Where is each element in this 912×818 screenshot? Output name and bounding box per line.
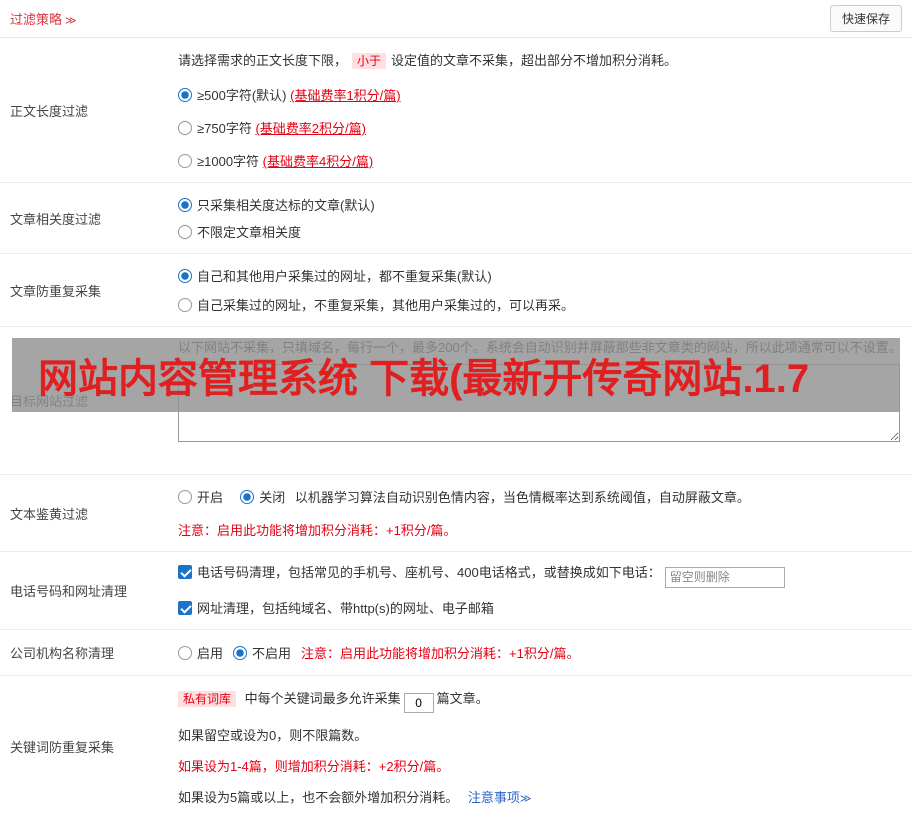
radio-icon[interactable] bbox=[178, 490, 192, 504]
option-text: 开启 bbox=[197, 490, 224, 505]
radio-selected-icon[interactable] bbox=[178, 88, 192, 102]
quick-save-button[interactable]: 快速保存 bbox=[829, 5, 902, 32]
radio-icon[interactable] bbox=[178, 298, 192, 312]
keyword-note-unlimited: 如果留空或设为0，则不限篇数。 bbox=[178, 727, 368, 743]
option-fee-note: (基础费率4积分/篇) bbox=[262, 154, 374, 169]
radio-option-dedupe-all[interactable]: 自己和其他用户采集过的网址，都不重复采集(默认) bbox=[178, 266, 902, 285]
radio-option-company-off[interactable]: 不启用 bbox=[233, 643, 291, 662]
keyword-cost-note: 如果设为1-4篇，则增加积分消耗：+2积分/篇。 bbox=[178, 758, 450, 774]
radio-selected-icon[interactable] bbox=[240, 490, 255, 504]
radio-selected-icon[interactable] bbox=[178, 198, 192, 212]
radio-icon[interactable] bbox=[178, 121, 192, 135]
radio-selected-icon[interactable] bbox=[233, 645, 248, 660]
line-text: 中每个关键词最多允许采集 bbox=[241, 690, 401, 706]
option-text: ≥1000字符 bbox=[197, 154, 263, 169]
row-label-relevance: 文章相关度过滤 bbox=[10, 211, 102, 227]
option-text: 只采集相关度达标的文章(默认) bbox=[197, 198, 375, 213]
option-text: 启用 bbox=[197, 645, 224, 661]
radio-option-750[interactable]: ≥750字符 (基础费率2积分/篇) bbox=[178, 118, 902, 137]
page-header: 过滤策略 ≫ 快速保存 bbox=[0, 0, 912, 38]
checkbox-option-url-cleanup[interactable]: 网址清理，包括纯域名、带http(s)的网址、电子邮箱 bbox=[178, 598, 902, 617]
porn-filter-options: 开启 关闭 以机器学习算法自动识别色情内容，当色情概率达到系统阈值，自动屏蔽文章… bbox=[178, 487, 902, 506]
option-text: 不限定文章相关度 bbox=[197, 225, 302, 240]
radio-option-dedupe-self[interactable]: 自己采集过的网址，不重复采集，其他用户采集过的，可以再采。 bbox=[178, 295, 902, 314]
notes-link-text: 注意事项 bbox=[467, 789, 520, 805]
row-label-body-length: 正文长度过滤 bbox=[10, 103, 89, 119]
checkbox-option-phone-cleanup[interactable]: 电话号码清理，包括常见的手机号、座机号、400电话格式，或替换成如下电话： bbox=[178, 562, 902, 588]
watermark-text: 网站内容管理系统 下载(最新开传奇网站.1.7 bbox=[38, 357, 810, 401]
replacement-phone-input[interactable] bbox=[664, 566, 785, 588]
row-keyword-dedupe: 关键词防重复采集 私有词库 中每个关键词最多允许采集 篇文章。 如果留空或设为0，… bbox=[0, 676, 912, 818]
radio-option-500[interactable]: ≥500字符(默认) (基础费率1积分/篇) bbox=[178, 85, 902, 104]
intro-pre: 请选择需求的正文长度下限， bbox=[178, 53, 348, 68]
option-fee-note: (基础费率1积分/篇) bbox=[290, 88, 401, 103]
body-length-intro: 请选择需求的正文长度下限， 小于 设定值的文章不采集，超出部分不增加积分消耗。 bbox=[178, 50, 902, 69]
row-company-cleanup: 公司机构名称清理 启用 不启用 注意：启用此功能将增加积分消耗：+1积分/篇。 bbox=[0, 630, 912, 676]
watermark-overlay: 网站内容管理系统 下载(最新开传奇网站.1.7 bbox=[12, 338, 900, 412]
keyword-limit-line: 私有词库 中每个关键词最多允许采集 篇文章。 bbox=[178, 688, 902, 713]
line-text: 篇文章。 bbox=[436, 690, 489, 706]
page-title-text: 过滤策略 bbox=[10, 12, 63, 27]
notes-link[interactable]: 注意事项≫ bbox=[468, 790, 532, 805]
chevron-down-icon: ≫ bbox=[519, 792, 532, 805]
porn-filter-cost-note: 注意：启用此功能将增加积分消耗：+1积分/篇。 bbox=[178, 523, 457, 538]
intro-highlight-chip: 小于 bbox=[352, 53, 387, 69]
option-text: 不启用 bbox=[252, 645, 292, 661]
keyword-note-five-plus: 如果设为5篇或以上，也不会额外增加积分消耗。 注意事项≫ bbox=[178, 787, 902, 806]
option-text: 关闭 bbox=[259, 490, 286, 505]
radio-option-relevance-any[interactable]: 不限定文章相关度 bbox=[178, 222, 902, 241]
option-text: 网址清理，包括纯域名、带http(s)的网址、电子邮箱 bbox=[197, 600, 494, 616]
row-dedupe: 文章防重复采集 自己和其他用户采集过的网址，都不重复采集(默认) 自己采集过的网… bbox=[0, 254, 912, 327]
option-text: 电话号码清理，包括常见的手机号、座机号、400电话格式，或替换成如下电话： bbox=[197, 565, 661, 580]
option-fee-note: (基础费率2积分/篇) bbox=[255, 121, 366, 136]
row-label-company: 公司机构名称清理 bbox=[10, 645, 115, 661]
radio-icon[interactable] bbox=[178, 645, 192, 660]
page-title[interactable]: 过滤策略 ≫ bbox=[10, 9, 77, 28]
option-text: ≥750字符 bbox=[197, 121, 256, 136]
radio-option-1000[interactable]: ≥1000字符 (基础费率4积分/篇) bbox=[178, 151, 902, 170]
chevron-down-icon: ≫ bbox=[65, 15, 77, 27]
checkbox-checked-icon[interactable] bbox=[178, 600, 192, 615]
radio-selected-icon[interactable] bbox=[178, 269, 192, 283]
row-label-porn-filter: 文本鉴黄过滤 bbox=[10, 506, 89, 522]
row-phone-url-cleanup: 电话号码和网址清理 电话号码清理，包括常见的手机号、座机号、400电话格式，或替… bbox=[0, 552, 912, 630]
radio-option-relevance-strict[interactable]: 只采集相关度达标的文章(默认) bbox=[178, 195, 902, 214]
row-label-phone-url: 电话号码和网址清理 bbox=[10, 583, 128, 599]
row-relevance: 文章相关度过滤 只采集相关度达标的文章(默认) 不限定文章相关度 bbox=[0, 183, 912, 254]
company-cost-note: 注意：启用此功能将增加积分消耗：+1积分/篇。 bbox=[301, 645, 580, 661]
row-label-keyword: 关键词防重复采集 bbox=[10, 740, 115, 755]
option-text: 自己和其他用户采集过的网址，都不重复采集(默认) bbox=[197, 269, 492, 284]
radio-icon[interactable] bbox=[178, 154, 192, 168]
row-body-length: 正文长度过滤 请选择需求的正文长度下限， 小于 设定值的文章不采集，超出部分不增加积… bbox=[0, 38, 912, 183]
row-label-dedupe: 文章防重复采集 bbox=[10, 283, 102, 299]
keyword-limit-input[interactable] bbox=[403, 692, 434, 713]
radio-option-porn-on[interactable]: 开启 bbox=[178, 490, 223, 505]
option-text: 自己采集过的网址，不重复采集，其他用户采集过的，可以再采。 bbox=[197, 298, 575, 313]
porn-filter-desc: 以机器学习算法自动识别色情内容，当色情概率达到系统阈值，自动屏蔽文章。 bbox=[294, 490, 750, 505]
intro-post: 设定值的文章不采集，超出部分不增加积分消耗。 bbox=[391, 53, 678, 68]
row-porn-filter: 文本鉴黄过滤 开启 关闭 以机器学习算法自动识别色情内容，当色情概率达到系统阈值… bbox=[0, 475, 912, 552]
line-text: 如果设为5篇或以上，也不会额外增加积分消耗。 bbox=[178, 789, 459, 805]
radio-icon[interactable] bbox=[178, 225, 192, 239]
private-lexicon-chip: 私有词库 bbox=[178, 690, 237, 707]
option-text: ≥500字符(默认) bbox=[197, 88, 291, 103]
radio-option-porn-off[interactable]: 关闭 bbox=[240, 490, 285, 505]
radio-option-company-on[interactable]: 启用 bbox=[178, 643, 223, 662]
checkbox-checked-icon[interactable] bbox=[178, 565, 192, 579]
